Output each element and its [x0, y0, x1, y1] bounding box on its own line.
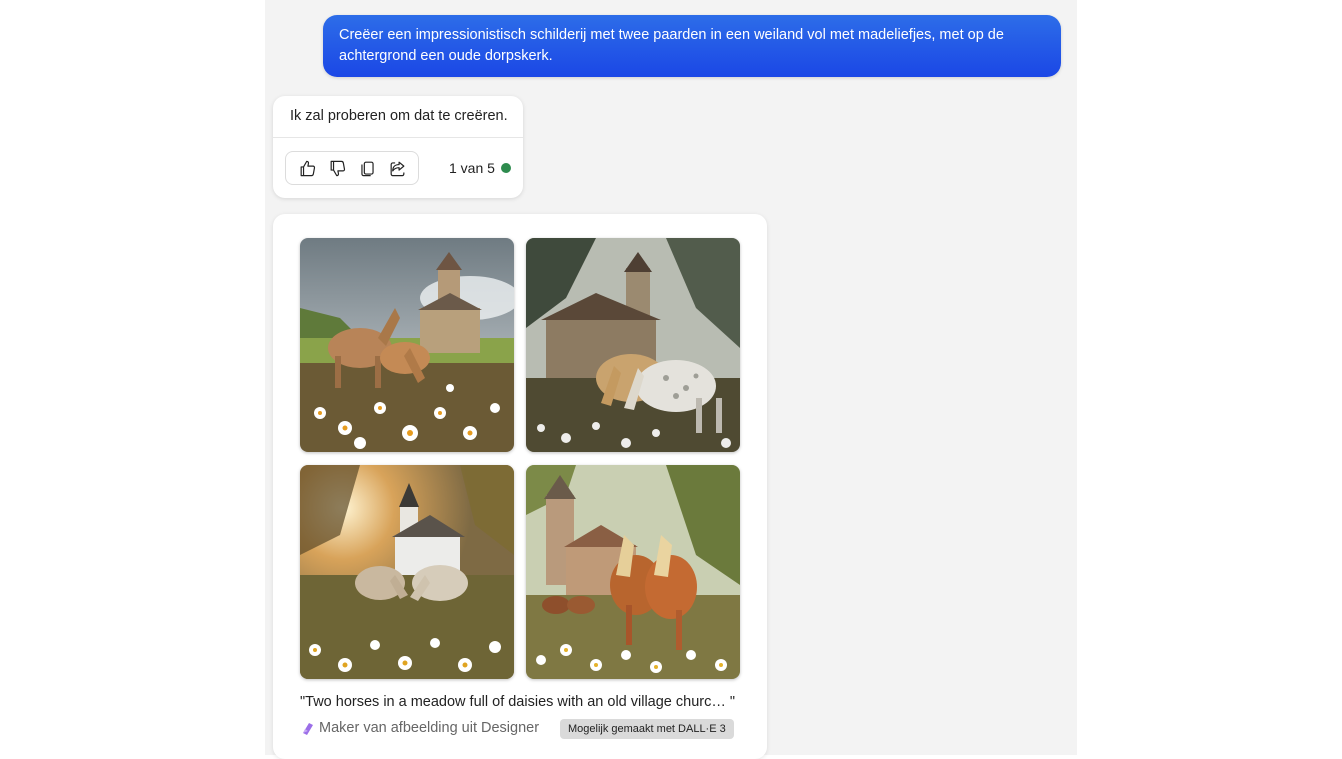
message-actions: [285, 151, 419, 185]
counter-text: 1 van 5: [449, 160, 495, 176]
copy-button[interactable]: [354, 155, 380, 181]
designer-maker-link[interactable]: Maker van afbeelding uit Designer: [300, 720, 539, 736]
divider: [273, 137, 523, 138]
user-message-bubble: Creëer een impressionistisch schilderij …: [323, 15, 1061, 77]
image-caption: "Two horses in a meadow full of daisies …: [300, 694, 736, 710]
horses-church-village-image: [526, 465, 740, 679]
thumbs-down-icon: [330, 160, 345, 176]
maker-label: Maker van afbeelding uit Designer: [319, 720, 540, 736]
dislike-button[interactable]: [324, 155, 350, 181]
generated-image-2[interactable]: [526, 238, 740, 452]
image-result-card: "Two horses in a meadow full of daisies …: [273, 214, 767, 759]
thumbs-up-icon: [300, 160, 315, 176]
share-icon: [390, 161, 404, 176]
horses-church-forest-image: [526, 238, 740, 452]
bot-message-text: Ik zal proberen om dat te creëren.: [290, 108, 508, 124]
designer-icon: [303, 723, 313, 735]
dalle-badge: Mogelijk gemaakt met DALL·E 3: [560, 719, 734, 739]
status-dot: [500, 163, 511, 173]
horses-church-meadow-image: [300, 238, 514, 452]
generated-image-4[interactable]: [526, 465, 740, 679]
horses-church-sunset-image: [300, 465, 514, 679]
bot-message-card: Ik zal proberen om dat te creëren. 1 van…: [273, 96, 523, 198]
like-button[interactable]: [294, 155, 320, 181]
share-button[interactable]: [384, 155, 410, 181]
response-counter: 1 van 5: [449, 160, 511, 176]
generated-image-1[interactable]: [300, 238, 514, 452]
copy-icon: [360, 161, 374, 176]
generated-image-3[interactable]: [300, 465, 514, 679]
user-message-text: Creëer een impressionistisch schilderij …: [339, 27, 1004, 64]
